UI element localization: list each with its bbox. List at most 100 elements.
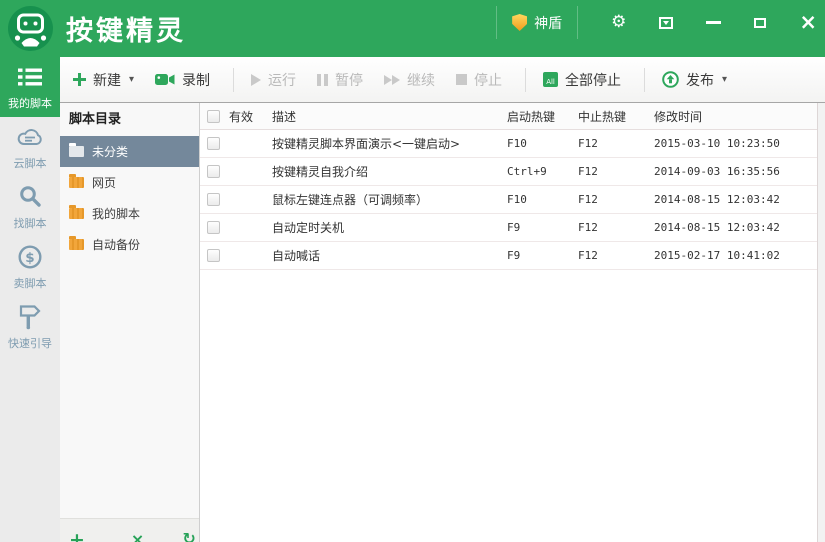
minimize-to-tray-button[interactable] — [659, 17, 673, 29]
folder-label: 网页 — [92, 174, 116, 191]
dollar-circle-icon: $ — [18, 244, 42, 270]
shield-label: 神盾 — [534, 13, 562, 33]
minimize-icon — [706, 21, 721, 24]
header-modified-time: 修改时间 — [650, 108, 817, 125]
folder-item-my-scripts[interactable]: 我的脚本 — [60, 198, 199, 229]
folder-item-uncategorized[interactable]: 未分类 — [60, 136, 199, 167]
chevron-down-icon: ▾ — [722, 74, 727, 85]
settings-button[interactable]: ⚙ — [611, 14, 626, 31]
stop-all-icon: All — [543, 72, 558, 87]
row-description: 按键精灵脚本界面演示<一键启动> — [268, 135, 503, 152]
app-title: 按键精灵 — [66, 9, 186, 48]
script-directory-title: 脚本目录 — [60, 103, 199, 136]
row-checkbox[interactable] — [207, 137, 220, 150]
shield-icon — [512, 14, 527, 31]
sidebar-item-quick-guide[interactable]: 快速引导 — [0, 297, 60, 357]
table-row[interactable]: 自动喊话 F9 F12 2015-02-17 10:41:02 — [200, 242, 817, 270]
search-icon — [19, 184, 42, 210]
sidebar-item-sell-scripts[interactable]: $ 卖脚本 — [0, 237, 60, 297]
toolbar-separator — [644, 68, 645, 92]
header-description: 描述 — [268, 108, 503, 125]
table-row[interactable]: 按键精灵自我介绍 Ctrl+9 F12 2014-09-03 16:35:56 — [200, 158, 817, 186]
row-description: 自动定时关机 — [268, 219, 503, 236]
row-checkbox[interactable] — [207, 221, 220, 234]
table-row[interactable]: 鼠标左键连点器（可调频率） F10 F12 2014-08-15 12:03:4… — [200, 186, 817, 214]
shield-guard-button[interactable]: 神盾 — [496, 6, 578, 39]
folder-item-web[interactable]: 网页 — [60, 167, 199, 198]
sidebar-item-my-scripts[interactable]: 我的脚本 — [0, 57, 60, 117]
signpost-icon — [18, 304, 42, 330]
stop-button[interactable]: 停止 — [456, 70, 502, 90]
plus-icon — [73, 73, 86, 86]
minimize-button[interactable] — [706, 21, 721, 24]
upload-circle-icon — [662, 71, 679, 88]
select-all-checkbox[interactable] — [207, 110, 220, 123]
folder-label: 自动备份 — [92, 236, 140, 253]
close-button[interactable]: × — [799, 12, 817, 33]
maximize-icon — [754, 18, 766, 28]
title-bar: 按键精灵 神盾 ⚙ × — [0, 0, 825, 57]
pause-button[interactable]: 暂停 — [317, 70, 363, 90]
app-window: 按键精灵 神盾 ⚙ × — [0, 0, 825, 542]
sidebar-item-label: 找脚本 — [14, 215, 47, 231]
run-button[interactable]: 运行 — [251, 70, 296, 90]
row-abort-hotkey: F12 — [574, 221, 650, 234]
close-icon: × — [799, 12, 817, 33]
header-valid: 有效 — [229, 108, 253, 125]
folder-icon — [69, 146, 84, 157]
row-start-hotkey: F10 — [503, 193, 574, 206]
folder-icon — [69, 208, 84, 219]
table-row[interactable]: 自动定时关机 F9 F12 2014-08-15 12:03:42 — [200, 214, 817, 242]
folder-label: 未分类 — [92, 143, 128, 160]
row-start-hotkey: F9 — [503, 221, 574, 234]
row-modified-time: 2014-08-15 12:03:42 — [650, 193, 817, 206]
maximize-button[interactable] — [754, 18, 766, 28]
stop-all-button[interactable]: All 全部停止 — [543, 70, 621, 90]
row-modified-time: 2014-09-03 16:35:56 — [650, 165, 817, 178]
folder-icon — [69, 177, 84, 188]
sidebar-item-cloud-scripts[interactable]: 云脚本 — [0, 117, 60, 177]
row-abort-hotkey: F12 — [574, 137, 650, 150]
row-description: 自动喊话 — [268, 247, 503, 264]
record-button[interactable]: 录制 — [155, 70, 210, 90]
sidebar-item-find-scripts[interactable]: 找脚本 — [0, 177, 60, 237]
row-checkbox[interactable] — [207, 165, 220, 178]
row-modified-time: 2014-08-15 12:03:42 — [650, 221, 817, 234]
refresh-icon[interactable]: ↻ — [182, 531, 195, 542]
row-abort-hotkey: F12 — [574, 165, 650, 178]
camera-icon — [155, 73, 175, 86]
row-modified-time: 2015-03-10 10:23:50 — [650, 137, 817, 150]
header-abort-hotkey: 中止热键 — [574, 108, 650, 125]
svg-text:$: $ — [25, 249, 34, 265]
toolbar-separator — [525, 68, 526, 92]
sidebar-item-label: 快速引导 — [8, 335, 52, 351]
row-abort-hotkey: F12 — [574, 249, 650, 262]
run-label: 运行 — [268, 70, 296, 90]
publish-button[interactable]: 发布 ▾ — [662, 70, 727, 90]
script-table: 有效 描述 启动热键 中止热键 修改时间 按键精灵脚本界面演示<一键启动> F1… — [200, 103, 817, 542]
new-script-button[interactable]: 新建 ▾ — [73, 70, 134, 90]
row-checkbox[interactable] — [207, 249, 220, 262]
sidebar-item-label: 卖脚本 — [14, 275, 47, 291]
table-row[interactable]: 按键精灵脚本界面演示<一键启动> F10 F12 2015-03-10 10:2… — [200, 130, 817, 158]
resume-button[interactable]: 继续 — [384, 70, 435, 90]
folder-item-auto-backup[interactable]: 自动备份 — [60, 229, 199, 260]
row-checkbox[interactable] — [207, 193, 220, 206]
script-directory-panel: 脚本目录 未分类 网页 我的脚本 自动备份 — [60, 103, 200, 542]
row-abort-hotkey: F12 — [574, 193, 650, 206]
add-folder-icon[interactable]: + — [69, 531, 85, 542]
toolbar-separator — [233, 68, 234, 92]
folder-icon — [69, 239, 84, 250]
new-script-label: 新建 — [93, 70, 121, 90]
pause-label: 暂停 — [335, 70, 363, 90]
pause-icon — [317, 74, 328, 86]
header-start-hotkey: 启动热键 — [503, 108, 574, 125]
row-description: 按键精灵自我介绍 — [268, 163, 503, 180]
stop-all-label: 全部停止 — [565, 70, 621, 90]
scrollbar-track[interactable] — [817, 103, 825, 542]
delete-folder-icon[interactable]: × — [131, 532, 144, 542]
row-description: 鼠标左键连点器（可调频率） — [268, 191, 503, 208]
record-label: 录制 — [182, 70, 210, 90]
sidebar-item-label: 我的脚本 — [8, 95, 52, 111]
app-logo-robot-icon — [8, 6, 53, 51]
